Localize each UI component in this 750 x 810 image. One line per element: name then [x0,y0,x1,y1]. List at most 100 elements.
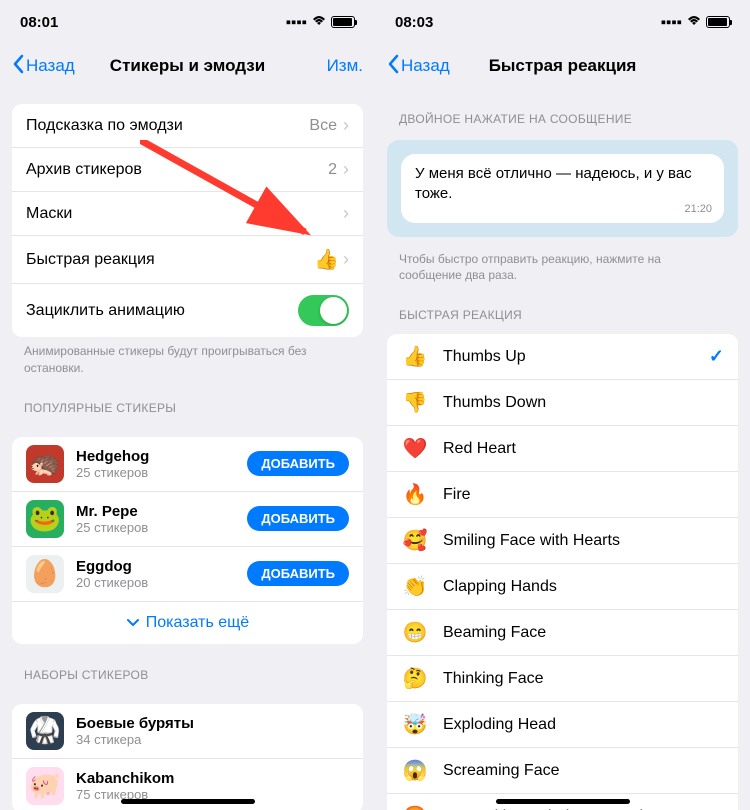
reaction-emoji-icon: 🔥 [401,482,429,507]
reaction-label: Screaming Face [443,762,724,780]
sticker-row[interactable]: 🦔 Hedgehog 25 стикеров ДОБАВИТЬ [12,437,363,492]
sticker-sets-section: 🥋 Боевые буряты 34 стикера 🐖 Kabanchikom… [12,704,363,810]
sticker-row[interactable]: 🥚 Eggdog 20 стикеров ДОБАВИТЬ [12,547,363,602]
reaction-label: Thumbs Down [443,394,724,412]
reaction-label: Thumbs Up [443,348,709,366]
reaction-label: Beaming Face [443,624,724,642]
reaction-label: Thinking Face [443,670,724,688]
signal-icon: ▪▪▪▪ [661,14,682,31]
status-icons: ▪▪▪▪ [286,14,355,31]
sticker-info: Боевые буряты 34 стикера [76,715,349,747]
reaction-emoji-icon: ❤️ [401,436,429,461]
status-bar: 08:03 ▪▪▪▪ [375,0,750,44]
reaction-row[interactable]: ❤️ Red Heart [387,426,738,472]
reaction-row[interactable]: 👎 Thumbs Down [387,380,738,426]
row-archive[interactable]: Архив стикеров 2 › [12,148,363,192]
content-scroll[interactable]: Подсказка по эмодзи Все › Архив стикеров… [0,88,375,810]
reaction-row[interactable]: 😱 Screaming Face [387,748,738,794]
sticker-set-row[interactable]: 🥋 Боевые буряты 34 стикера [12,704,363,759]
sticker-name: Mr. Pepe [76,503,247,520]
chevron-right-icon: › [343,115,349,136]
reaction-emoji-icon: 👍 [401,344,429,369]
status-time: 08:03 [395,14,433,31]
settings-section-1: Подсказка по эмодзи Все › Архив стикеров… [12,104,363,337]
content-scroll[interactable]: ДВОЙНОЕ НАЖАТИЕ НА СООБЩЕНИЕ У меня всё … [375,88,750,810]
reaction-emoji-icon: 🥰 [401,528,429,553]
row-loop-animation[interactable]: Зациклить анимацию [12,284,363,337]
section-footer: Чтобы быстро отправить реакцию, нажмите … [375,245,750,285]
reaction-emoji-icon: 👏 [401,574,429,599]
chevron-right-icon: › [343,203,349,224]
row-quick-reaction[interactable]: Быстрая реакция 👍 › [12,236,363,284]
section-header-popular: ПОПУЛЯРНЫЕ СТИКЕРЫ [0,377,375,421]
add-button[interactable]: ДОБАВИТЬ [247,451,349,476]
page-title: Стикеры и эмодзи [110,56,265,76]
screen-stickers-emoji: 08:01 ▪▪▪▪ Назад Стикеры и эмодзи Изм. П… [0,0,375,810]
add-button[interactable]: ДОБАВИТЬ [247,561,349,586]
sticker-pack-icon: 🥚 [26,555,64,593]
battery-icon [331,16,355,28]
section-footer: Анимированные стикеры будут проигрыватьс… [0,337,375,377]
message-preview: У меня всё отлично — надеюсь, и у вас то… [387,140,738,237]
back-button[interactable]: Назад [387,54,450,79]
add-button[interactable]: ДОБАВИТЬ [247,506,349,531]
row-masks[interactable]: Маски › [12,192,363,236]
home-indicator[interactable] [496,799,630,804]
show-more-button[interactable]: Показать ещё [12,602,363,644]
back-label: Назад [401,56,450,76]
chevron-down-icon [126,614,140,632]
row-value: Все [309,117,337,135]
status-time: 08:01 [20,14,58,31]
toggle-switch[interactable] [298,295,349,326]
checkmark-icon: ✓ [709,346,724,367]
status-bar: 08:01 ▪▪▪▪ [0,0,375,44]
reaction-row[interactable]: 🔥 Fire [387,472,738,518]
section-header-sets: НАБОРЫ СТИКЕРОВ [0,644,375,688]
reaction-emoji-icon: 😁 [401,620,429,645]
section-header-quick: БЫСТРАЯ РЕАКЦИЯ [375,284,750,328]
reaction-emoji-icon: 👎 [401,390,429,415]
reaction-label: Clapping Hands [443,578,724,596]
reaction-emoji-icon: 🤔 [401,666,429,691]
screen-quick-reaction: 08:03 ▪▪▪▪ Назад Быстрая реакция ДВОЙНОЕ… [375,0,750,810]
edit-button[interactable]: Изм. [327,56,363,76]
back-button[interactable]: Назад [12,54,75,79]
reaction-row[interactable]: 😁 Beaming Face [387,610,738,656]
wifi-icon [686,14,702,31]
reaction-row[interactable]: 👏 Clapping Hands [387,564,738,610]
nav-bar: Назад Быстрая реакция [375,44,750,88]
sticker-name: Hedgehog [76,448,247,465]
show-more-label: Показать ещё [146,614,249,632]
reaction-row[interactable]: 🤯 Exploding Head [387,702,738,748]
section-header-doubletap: ДВОЙНОЕ НАЖАТИЕ НА СООБЩЕНИЕ [375,88,750,132]
status-icons: ▪▪▪▪ [661,14,730,31]
battery-icon [706,16,730,28]
message-bubble: У меня всё отлично — надеюсь, и у вас то… [401,154,724,223]
sticker-pack-icon: 🐸 [26,500,64,538]
sticker-pack-icon: 🐖 [26,767,64,805]
row-label: Подсказка по эмодзи [26,117,309,135]
sticker-name: Eggdog [76,558,247,575]
sticker-pack-icon: 🦔 [26,445,64,483]
home-indicator[interactable] [121,799,255,804]
message-text: У меня всё отлично — надеюсь, и у вас то… [415,165,692,202]
popular-stickers-section: 🦔 Hedgehog 25 стикеров ДОБАВИТЬ 🐸 Mr. Pe… [12,437,363,644]
reaction-emoji-icon: 🤬 [401,804,429,810]
sticker-count: 34 стикера [76,732,349,747]
sticker-pack-icon: 🥋 [26,712,64,750]
sticker-count: 20 стикеров [76,575,247,590]
sticker-count: 25 стикеров [76,520,247,535]
sticker-info: Eggdog 20 стикеров [76,558,247,590]
message-time: 21:20 [684,202,712,217]
reactions-section: 👍 Thumbs Up ✓ 👎 Thumbs Down ❤️ Red Heart… [387,334,738,810]
reaction-row[interactable]: 🤔 Thinking Face [387,656,738,702]
chevron-left-icon [387,54,399,79]
sticker-name: Kabanchikom [76,770,349,787]
reaction-row[interactable]: 🥰 Smiling Face with Hearts [387,518,738,564]
reaction-row[interactable]: 👍 Thumbs Up ✓ [387,334,738,380]
sticker-count: 25 стикеров [76,465,247,480]
row-emoji-hint[interactable]: Подсказка по эмодзи Все › [12,104,363,148]
sticker-name: Боевые буряты [76,715,349,732]
sticker-row[interactable]: 🐸 Mr. Pepe 25 стикеров ДОБАВИТЬ [12,492,363,547]
row-label: Зациклить анимацию [26,302,298,320]
